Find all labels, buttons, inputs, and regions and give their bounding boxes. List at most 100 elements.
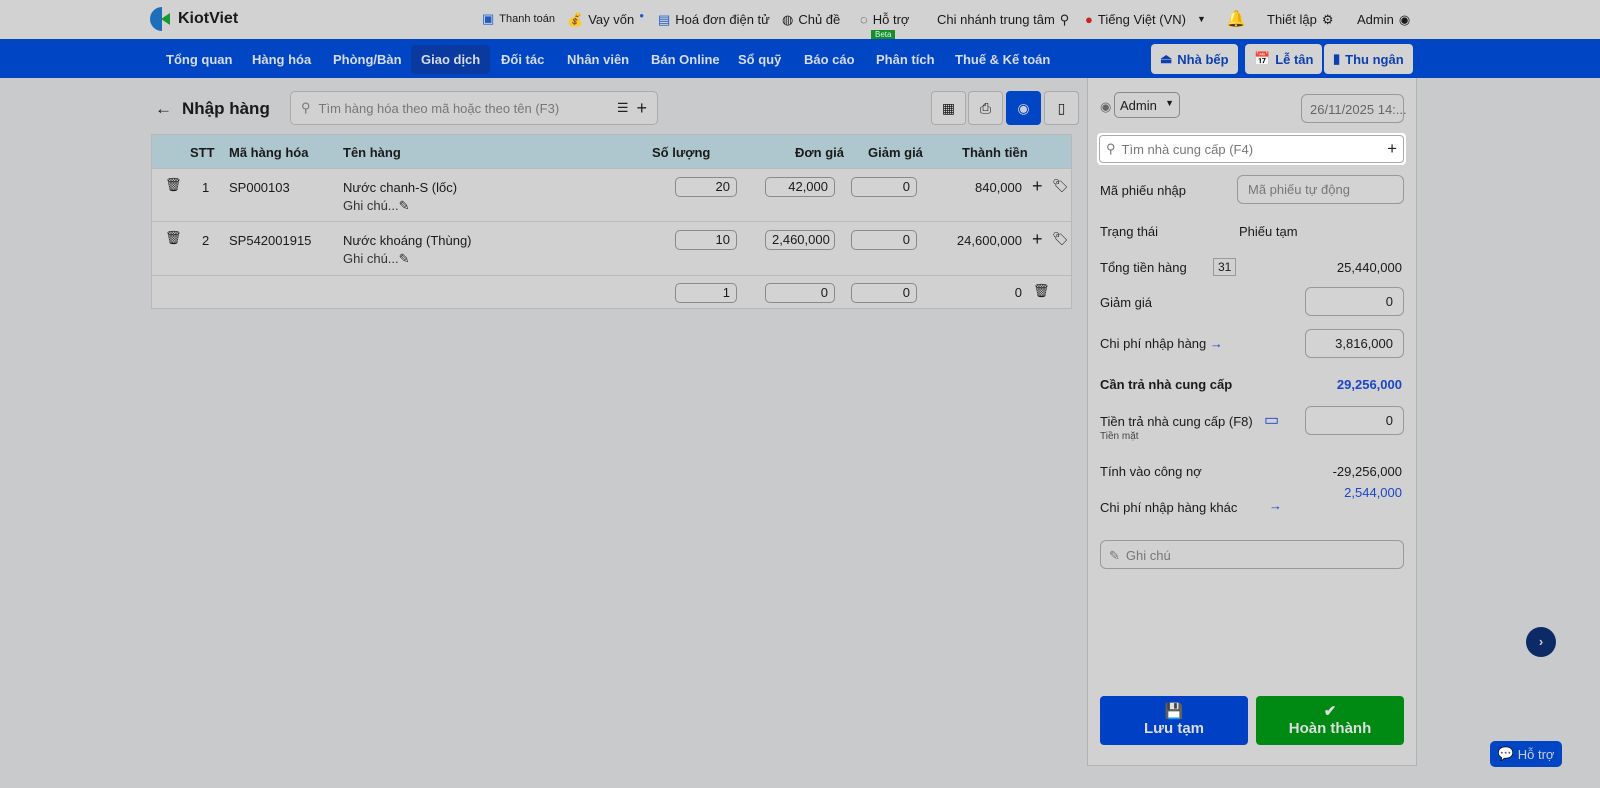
date-field[interactable]: 26/11/2025 14:... [1301, 94, 1407, 123]
bell-icon[interactable]: 🔔 [1226, 9, 1246, 29]
price-input[interactable]: 2,460,000 [765, 230, 835, 250]
qty-input[interactable]: 1 [675, 283, 737, 303]
language-selector[interactable]: ● Tiếng Việt (VN) ▼ [1085, 12, 1206, 27]
barcode-icon: ▦ [941, 99, 956, 116]
row-note[interactable]: Ghi chú...✎ [343, 251, 410, 267]
plus-icon[interactable]: + [636, 98, 647, 119]
cashier-button[interactable]: ▮ Thu ngân [1324, 44, 1413, 74]
row-code: SP542001915 [229, 233, 312, 248]
other-cost-value: 2,544,000 [1344, 485, 1402, 500]
nav-ban-online[interactable]: Bán Online [641, 45, 730, 74]
top-bar: KiotViet ▣ Thanh toán 💰 Vay vốn ● ▤ Hoá đơn … [0, 0, 1600, 39]
save-draft-button[interactable]: 💾 Lưu tạm [1100, 696, 1248, 745]
row-total: 840,000 [975, 180, 1022, 195]
chevron-right-icon[interactable]: › [1526, 627, 1556, 657]
user-icon: ◉ [1100, 99, 1112, 114]
nav-nhan-vien[interactable]: Nhân viên [557, 45, 639, 74]
status-label: Trạng thái [1100, 224, 1159, 239]
chat-bubble-icon: 💬 [1497, 746, 1514, 761]
plus-icon[interactable]: + [1032, 229, 1043, 250]
einvoice-link[interactable]: ▤ Hoá đơn điện tử [658, 12, 770, 27]
credit-card-icon[interactable]: ▭ [1264, 410, 1279, 430]
print-button[interactable]: ⎙ [968, 91, 1003, 125]
nav-so-quy[interactable]: Sổ quỹ [728, 45, 791, 74]
loan-link[interactable]: 💰 Vay vốn ● [567, 11, 644, 27]
complete-label: Hoàn thành [1288, 720, 1372, 737]
user-menu[interactable]: Admin ◉ [1357, 12, 1410, 27]
kiotviet-logo-icon [150, 7, 172, 31]
trash-icon[interactable]: 🗑 [165, 177, 182, 193]
user-circle-icon: ◉ [1398, 12, 1411, 27]
barcode-button[interactable]: ▦ [931, 91, 966, 125]
table-header: STT Mã hàng hóa Tên hàng Số lượng Đơn gi… [152, 135, 1071, 168]
discount-input[interactable]: 0 [851, 283, 917, 303]
nav-hang-hoa[interactable]: Hàng hóa [242, 45, 321, 74]
code-input[interactable]: Mã phiếu tự động [1237, 175, 1404, 204]
plus-icon[interactable]: + [1032, 176, 1043, 197]
price-input[interactable]: 0 [765, 283, 835, 303]
paid-input[interactable]: 0 [1305, 406, 1404, 435]
theme-link[interactable]: ◍ Chủ đề [782, 12, 840, 27]
check-icon: ✔ [1323, 703, 1337, 720]
user-select[interactable]: Admin ▼ [1114, 92, 1180, 118]
support-link[interactable]: ◌ Hỗ trợ [860, 12, 909, 27]
supplier-search-input[interactable]: ⚲ Tìm nhà cung cấp (F4) + [1097, 133, 1406, 165]
nav-phong-ban[interactable]: Phòng/Bàn [323, 45, 412, 74]
header-total: Thành tiền [962, 145, 1028, 160]
trash-icon[interactable]: 🗑 [165, 230, 182, 246]
chat-icon: ◌ [860, 12, 868, 27]
complete-button[interactable]: ✔ Hoàn thành [1256, 696, 1404, 745]
trash-icon[interactable]: 🗑 [1033, 283, 1050, 299]
row-stt: 1 [202, 180, 210, 195]
add-supplier-icon[interactable]: + [1387, 139, 1397, 159]
save-draft-label: Lưu tạm [1143, 720, 1205, 737]
header-discount: Giảm giá [868, 145, 923, 160]
row-note[interactable]: Ghi chú...✎ [343, 198, 410, 214]
nav-phan-tich[interactable]: Phân tích [866, 45, 945, 74]
logo[interactable]: KiotViet [150, 7, 238, 31]
product-search-input[interactable]: ⚲ Tìm hàng hóa theo mã hoặc theo tên (F3)… [290, 91, 658, 125]
note-input[interactable]: ✎ Ghi chú [1100, 540, 1404, 569]
discount-input[interactable]: 0 [851, 177, 917, 197]
price-input[interactable]: 42,000 [765, 177, 835, 197]
back-arrow-icon[interactable]: ← [155, 99, 172, 119]
nav-thue-ke-toan[interactable]: Thuế & Kế toán [945, 45, 1060, 74]
qty-input[interactable]: 10 [675, 230, 737, 250]
nav-giao-dich[interactable]: Giao dịch [411, 45, 491, 74]
import-cost-input[interactable]: 3,816,000 [1305, 329, 1404, 358]
printer-icon: ⎙ [979, 99, 992, 116]
arrow-right-icon[interactable]: → [1269, 498, 1282, 513]
eye-icon: ◉ [1017, 99, 1030, 116]
qty-input[interactable]: 20 [675, 177, 737, 197]
tag-icon[interactable]: 🏷 [1052, 231, 1069, 247]
paid-label: Tiền trả nhà cung cấp (F8) [1100, 414, 1253, 429]
table-row: 🗑 2 SP542001915 Nước khoáng (Thùng) Ghi … [152, 221, 1071, 275]
nav-bao-cao[interactable]: Báo cáo [794, 45, 865, 74]
settings-column-button[interactable]: ▯ [1044, 91, 1079, 125]
import-cost-link[interactable]: Chi phí nhập hàng → [1100, 336, 1223, 351]
kitchen-button[interactable]: ⏏ Nhà bếp [1151, 44, 1238, 74]
brand-name: KiotViet [178, 10, 239, 27]
support-label: Hỗ trợ [872, 12, 910, 27]
nav-doi-tac[interactable]: Đối tác [491, 45, 554, 74]
nav-tong-quan[interactable]: Tổng quan [156, 45, 242, 74]
discount-input[interactable]: 0 [851, 230, 917, 250]
paid-method: Tiền mặt [1100, 431, 1139, 442]
caret-down-icon: ▼ [1197, 14, 1206, 24]
tag-icon[interactable]: 🏷 [1052, 178, 1069, 194]
einvoice-label: Hoá đơn điện tử [675, 12, 770, 27]
language-label: Tiếng Việt (VN) [1097, 12, 1187, 27]
row-total: 0 [1014, 285, 1022, 300]
user-select-value: Admin [1120, 98, 1157, 113]
gear-icon: ⚙ [1321, 12, 1334, 27]
discount-input[interactable]: 0 [1305, 287, 1404, 316]
view-button[interactable]: ◉ [1006, 91, 1041, 125]
help-button[interactable]: 💬 Hỗ trợ [1490, 741, 1562, 767]
list-icon[interactable]: ☰ [617, 100, 629, 116]
search-icon: ⚲ [301, 100, 311, 115]
pencil-icon: ✎ [1109, 548, 1120, 563]
settings-link[interactable]: Thiết lập ⚙ [1267, 12, 1334, 27]
payment-link[interactable]: ▣ Thanh toán [482, 12, 555, 25]
branch-selector[interactable]: Chi nhánh trung tâm ⚲ [937, 12, 1069, 27]
reception-button[interactable]: 📅 Lễ tân [1245, 44, 1323, 74]
